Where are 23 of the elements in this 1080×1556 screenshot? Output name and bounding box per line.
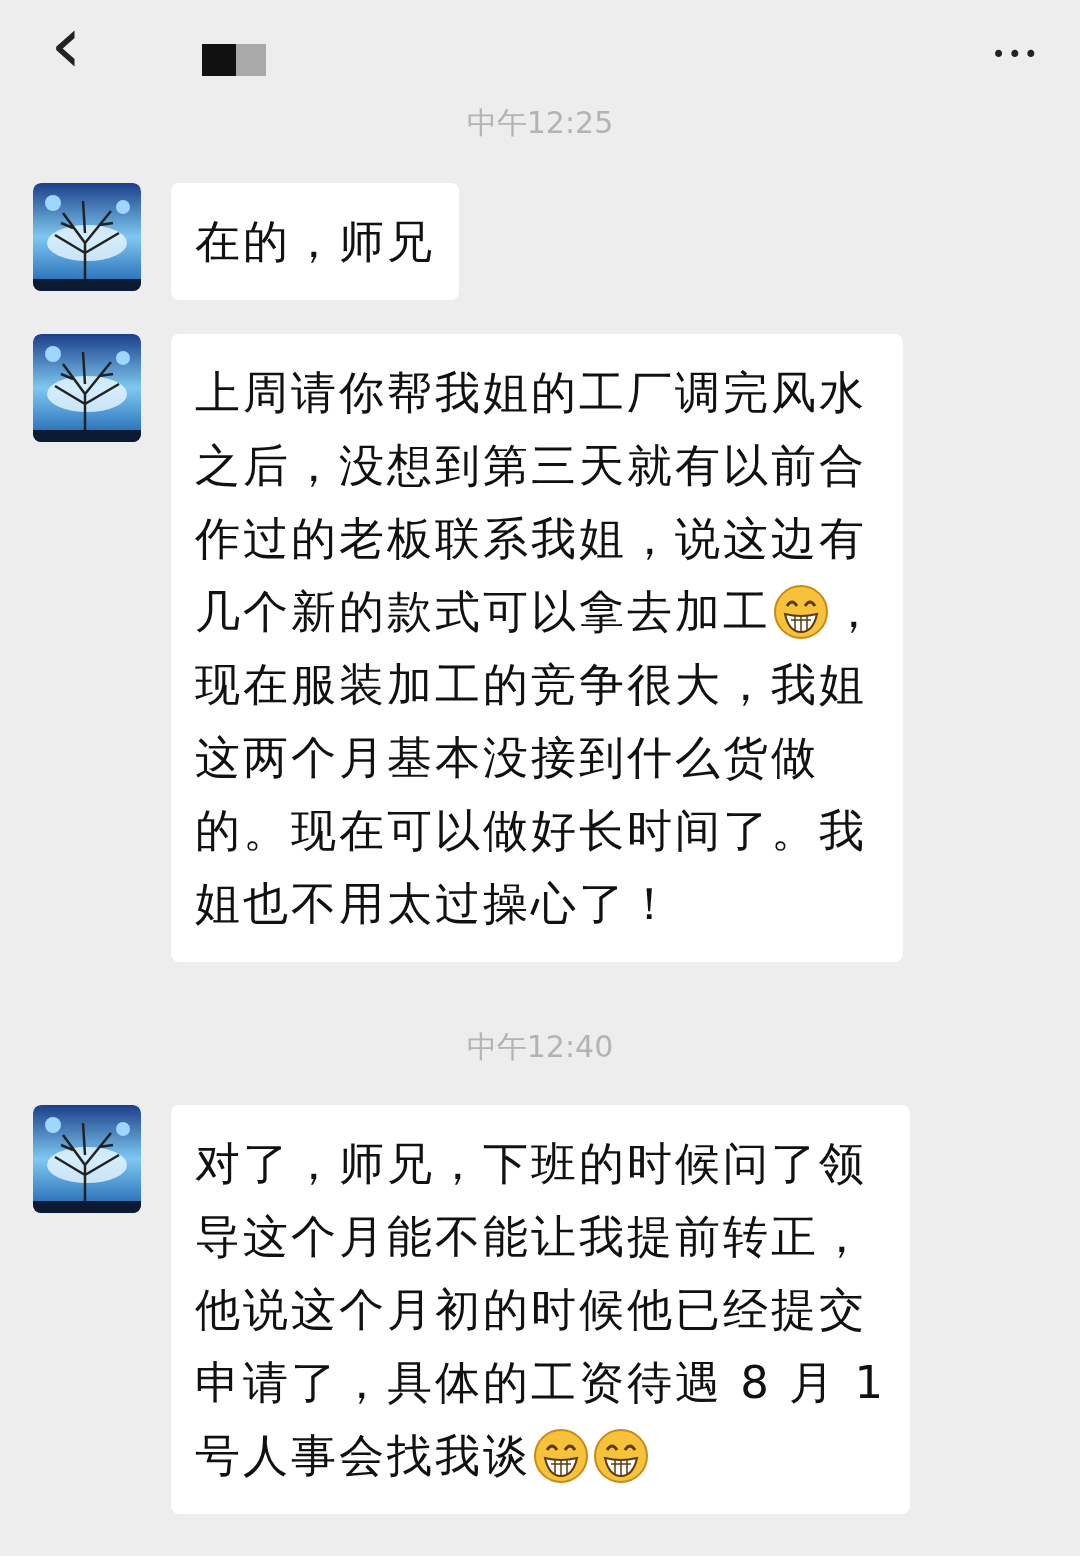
message-text: 几个新的款式可以拿去加工 [195,584,771,640]
back-button[interactable]: ‹ [40,5,92,85]
message-text: 现在服装加工的竞争很大，我姐 [195,657,867,713]
message-text: 号人事会找我谈 [195,1428,531,1484]
grinning-face-icon [593,1427,649,1484]
message-text: 姐也不用太过操心了！ [195,876,675,932]
message-text: 在的，师兄 [195,214,435,270]
message-text: 上周请你帮我姐的工厂调完风水 [195,365,867,421]
message-text: 他说这个月初的时候他已经提交 [195,1282,867,1338]
message-text: 作过的老板联系我姐，说这边有 [195,511,867,567]
message-text: 这两个月基本没接到什么货做 [195,730,819,786]
message-text: 对了，师兄，下班的时候问了领 [195,1136,867,1192]
grinning-face-icon [533,1427,589,1484]
message-text: ， [831,584,879,640]
blurred-title [202,44,266,76]
grinning-face-icon [773,583,829,640]
message-text: 的。现在可以做好长时间了。我 [195,803,867,859]
message-text: 申请了，具体的工资待遇 8 月 1 [195,1355,887,1411]
message-text: 之后，没想到第三天就有以前合 [195,438,867,494]
timestamp: 中午12:40 [465,1028,615,1066]
message-text: 导这个月能不能让我提前转正， [195,1209,867,1265]
timestamp: 中午12:25 [465,104,615,142]
more-button[interactable]: ••• [991,37,1040,73]
